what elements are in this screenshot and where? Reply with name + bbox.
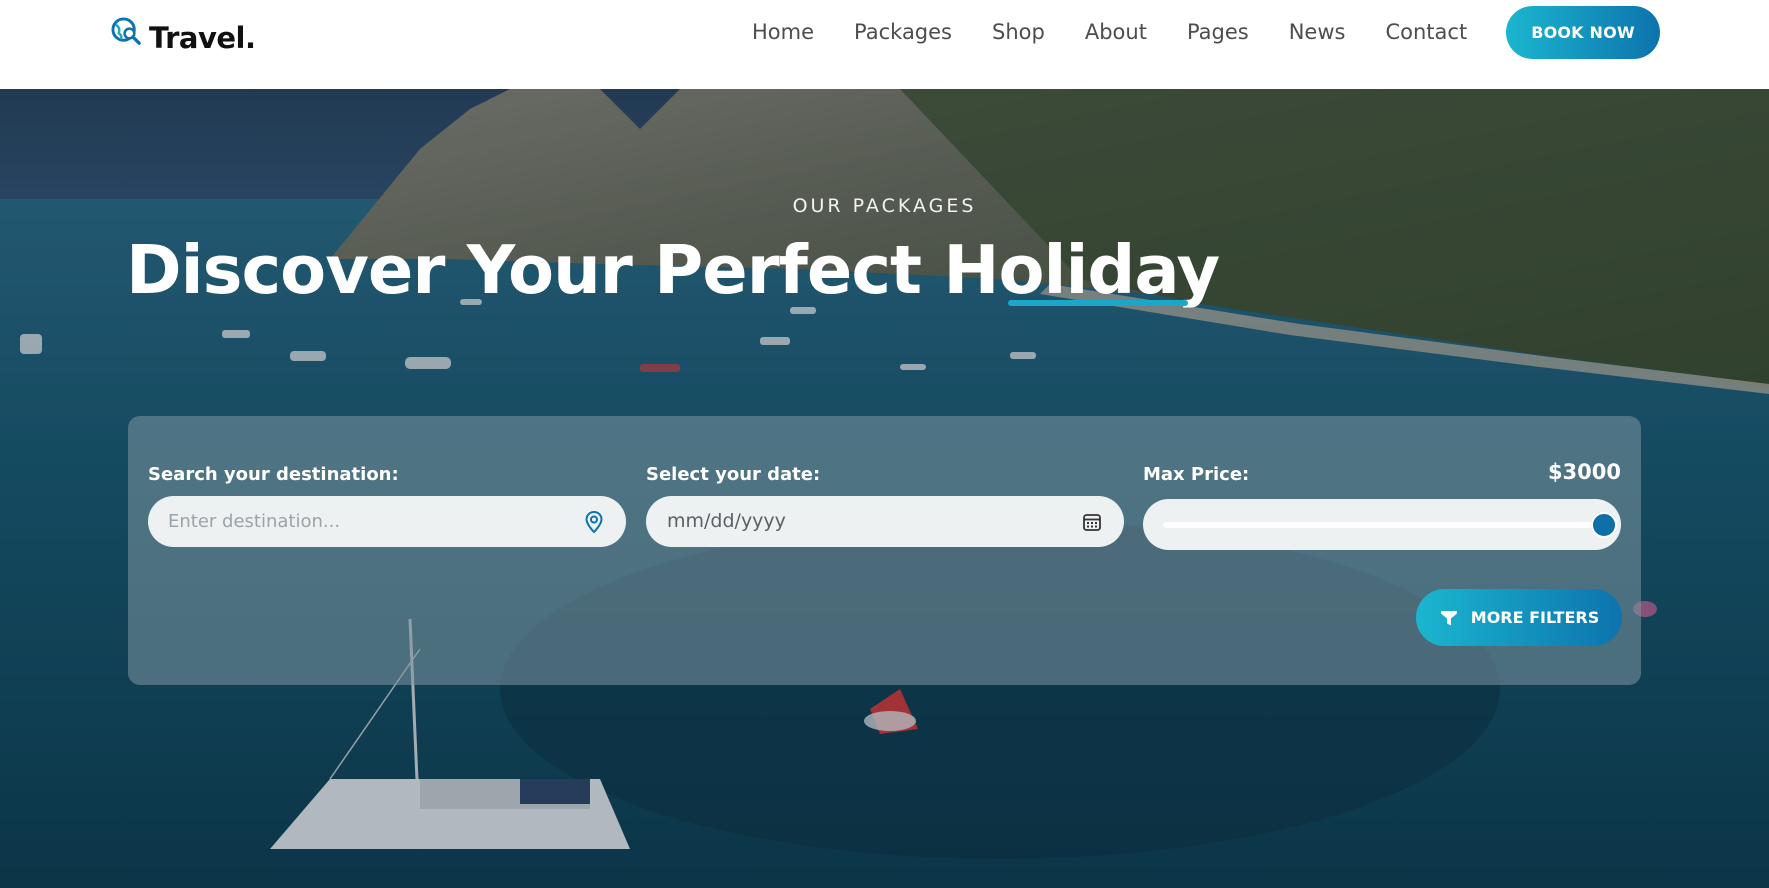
destination-input[interactable]: Enter destination... — [148, 496, 626, 547]
destination-label: Search your destination: — [148, 464, 399, 485]
nav-item-shop[interactable]: Shop — [992, 20, 1045, 44]
date-input[interactable]: mm/dd/yyyy — [646, 496, 1124, 547]
site-header: Travel. Home Packages Shop About Pages N… — [0, 0, 1769, 89]
nav-item-news[interactable]: News — [1289, 20, 1346, 44]
globe-search-icon — [111, 16, 141, 45]
title-underline-accent — [1008, 300, 1188, 306]
filter-funnel-icon — [1440, 610, 1457, 625]
location-pin-icon[interactable] — [582, 510, 606, 534]
destination-placeholder: Enter destination... — [168, 511, 341, 532]
brand-name: Travel. — [149, 21, 256, 55]
nav-item-about[interactable]: About — [1085, 20, 1147, 44]
max-price-value: $3000 — [1547, 460, 1621, 484]
hero-section: OUR PACKAGES Discover Your Perfect Holid… — [0, 89, 1769, 888]
nav-item-contact[interactable]: Contact — [1385, 20, 1467, 44]
hero-title: Discover Your Perfect Holiday — [126, 231, 1220, 309]
slider-thumb[interactable] — [1591, 512, 1617, 538]
search-panel: Search your destination: Enter destinati… — [128, 416, 1641, 685]
calendar-icon[interactable] — [1080, 510, 1104, 534]
nav-item-home[interactable]: Home — [752, 20, 814, 44]
max-price-slider[interactable] — [1143, 499, 1621, 550]
nav-item-packages[interactable]: Packages — [854, 20, 952, 44]
more-filters-button[interactable]: MORE FILTERS — [1416, 589, 1622, 646]
more-filters-label: MORE FILTERS — [1470, 608, 1600, 627]
date-label: Select your date: — [646, 464, 821, 485]
book-now-button[interactable]: BOOK NOW — [1506, 6, 1660, 59]
slider-track[interactable] — [1163, 522, 1603, 528]
max-price-label: Max Price: — [1143, 464, 1250, 485]
main-nav: Home Packages Shop About Pages News Cont… — [752, 20, 1507, 44]
nav-item-pages[interactable]: Pages — [1187, 20, 1249, 44]
date-value: mm/dd/yyyy — [667, 510, 786, 532]
logo[interactable]: Travel. — [111, 9, 256, 55]
section-eyebrow: OUR PACKAGES — [792, 195, 977, 217]
